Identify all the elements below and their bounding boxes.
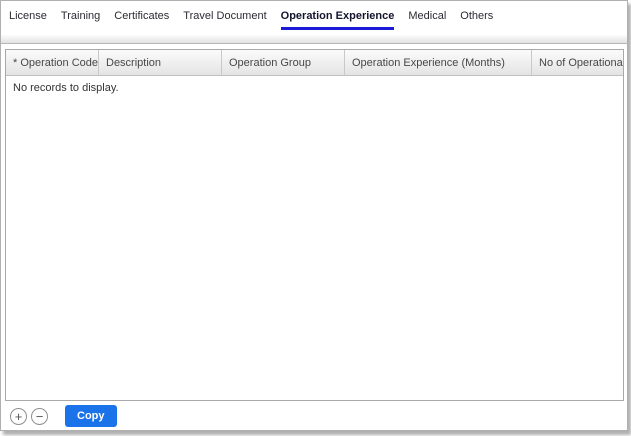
tabstrip-bottom-shade: [1, 34, 627, 44]
tab-label: Operation Experience: [281, 10, 395, 27]
column-header-operation-code[interactable]: * Operation Code: [6, 50, 99, 75]
tab-label: Medical: [408, 10, 446, 27]
tab-travel-document[interactable]: Travel Document: [176, 8, 273, 27]
no-records-message: No records to display.: [6, 76, 623, 94]
tab-label: Others: [460, 10, 493, 27]
tab-medical[interactable]: Medical: [401, 8, 453, 27]
tab-certificates[interactable]: Certificates: [107, 8, 176, 27]
tab-label: Certificates: [114, 10, 169, 27]
tab-others[interactable]: Others: [453, 8, 500, 27]
column-header-operation-group[interactable]: Operation Group: [222, 50, 345, 75]
column-header-operation-experience-months[interactable]: Operation Experience (Months): [345, 50, 532, 75]
tab-label: License: [9, 10, 47, 27]
tab-label: Training: [61, 10, 100, 27]
tab-list: License Training Certificates Travel Doc…: [1, 8, 627, 34]
tab-operation-experience[interactable]: Operation Experience: [274, 8, 402, 30]
column-header-description[interactable]: Description: [99, 50, 222, 75]
grid-header-row: * Operation Code Description Operation G…: [6, 50, 623, 76]
operation-experience-grid: * Operation Code Description Operation G…: [5, 49, 624, 401]
column-header-no-of-operational[interactable]: No of Operational: [532, 50, 623, 75]
tab-license[interactable]: License: [2, 8, 54, 27]
active-tab-underline: [281, 27, 395, 30]
minus-icon: −: [36, 410, 44, 423]
copy-button[interactable]: Copy: [65, 405, 117, 427]
tab-strip: License Training Certificates Travel Doc…: [1, 1, 627, 44]
grid-footer-toolbar: + − Copy: [5, 405, 624, 427]
remove-row-button[interactable]: −: [31, 408, 48, 425]
tab-label: Travel Document: [183, 10, 266, 27]
add-row-button[interactable]: +: [10, 408, 27, 425]
window: License Training Certificates Travel Doc…: [0, 0, 628, 431]
grid-body: No records to display.: [6, 76, 623, 400]
tab-training[interactable]: Training: [54, 8, 107, 27]
tab-page-content: * Operation Code Description Operation G…: [1, 44, 627, 427]
plus-icon: +: [15, 410, 23, 423]
